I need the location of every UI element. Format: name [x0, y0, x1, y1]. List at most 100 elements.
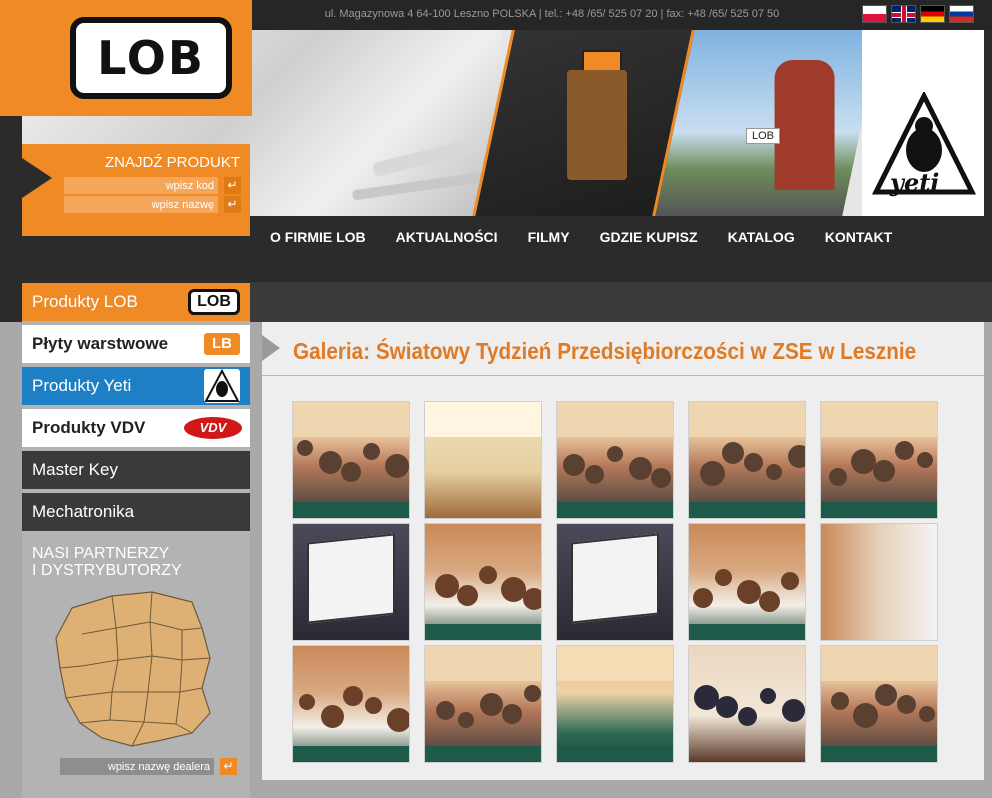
gallery-thumbnail[interactable] — [688, 401, 806, 519]
uk-flag-icon[interactable] — [891, 5, 916, 23]
gallery-thumbnail[interactable] — [556, 523, 674, 641]
person-head — [524, 685, 541, 702]
enter-icon[interactable]: ↵ — [224, 177, 241, 194]
person-head — [715, 569, 732, 586]
person-head — [766, 464, 782, 480]
dealer-search-input[interactable] — [60, 758, 214, 775]
seat-row — [689, 623, 805, 640]
gallery-thumbnail[interactable] — [292, 645, 410, 763]
person-head — [760, 688, 776, 704]
sidebar-item-label: Master Key — [32, 460, 118, 479]
product-code-input[interactable] — [64, 177, 218, 194]
person-head — [502, 704, 522, 724]
photo-detail — [821, 402, 937, 437]
ru-flag-icon[interactable] — [949, 5, 974, 23]
photo-detail — [557, 646, 673, 681]
gallery-thumbnail[interactable] — [424, 523, 542, 641]
factory-building — [774, 60, 835, 190]
vdv-logo-icon: VDV — [184, 417, 242, 439]
main-nav: O FIRMIE LOB AKTUALNOŚCI FILMY GDZIE KUP… — [250, 218, 984, 256]
company-address: ul. Magazynowa 4 64-100 Leszno POLSKA | … — [324, 8, 780, 20]
person-head — [693, 588, 713, 608]
gallery-thumbnail[interactable] — [688, 523, 806, 641]
person-head — [385, 454, 409, 478]
nav-item-contact[interactable]: KONTAKT — [825, 229, 892, 245]
gallery-thumbnail[interactable] — [556, 645, 674, 763]
photo-detail — [293, 402, 409, 437]
seat-row — [425, 623, 541, 640]
nav-item-news[interactable]: AKTUALNOŚCI — [396, 229, 498, 245]
person-head — [897, 695, 916, 714]
gallery-thumbnail[interactable] — [820, 401, 938, 519]
gallery-thumbnail[interactable] — [688, 645, 806, 763]
sidebar-item-yeti[interactable]: Produkty Yeti — [22, 367, 250, 405]
sidebar-item-mechatronika[interactable]: Mechatronika — [22, 493, 250, 531]
photo-detail — [821, 646, 937, 681]
gallery-thumbnail[interactable] — [424, 401, 542, 519]
sidebar-item-produkty-lob[interactable]: Produkty LOB LOB — [22, 283, 250, 321]
enter-icon[interactable]: ↵ — [224, 196, 241, 213]
poland-map[interactable] — [52, 588, 217, 748]
sidebar-item-plyty[interactable]: Płyty warstwowe LB — [22, 325, 250, 363]
person-head — [917, 452, 933, 468]
gallery-thumbnail[interactable] — [556, 401, 674, 519]
person-head — [319, 451, 342, 474]
nav-item-where-to-buy[interactable]: GDZIE KUPISZ — [600, 229, 698, 245]
projection-screen — [306, 533, 396, 624]
logo-box: LOB — [0, 0, 252, 116]
pl-flag-icon[interactable] — [862, 5, 887, 23]
person-head — [895, 441, 914, 460]
gallery-thumbnail[interactable] — [292, 523, 410, 641]
person-head — [457, 585, 478, 606]
person-head — [435, 574, 459, 598]
person-head — [387, 708, 409, 732]
gallery-thumbnail[interactable] — [820, 523, 938, 641]
partners-heading-line: I DYSTRYBUTORZY — [32, 562, 182, 579]
lb-logo-icon: LB — [204, 333, 240, 355]
yeti-logo-text: yeti — [890, 168, 940, 197]
partners-heading-line: NASI PARTNERZY — [32, 545, 170, 562]
person-head — [875, 684, 897, 706]
gallery-thumbnail[interactable] — [820, 645, 938, 763]
product-name-input[interactable] — [64, 196, 218, 213]
yeti-logo-icon — [204, 368, 240, 403]
person-head — [738, 707, 757, 726]
de-flag-icon[interactable] — [920, 5, 945, 23]
person-head — [341, 462, 361, 482]
nav-item-about[interactable]: O FIRMIE LOB — [270, 229, 366, 245]
enter-icon[interactable]: ↵ — [220, 758, 237, 775]
factory-photo — [652, 30, 882, 216]
arrow-right-icon — [22, 158, 52, 198]
padlock-photo — [567, 70, 627, 180]
arrow-right-icon — [262, 335, 280, 361]
person-head — [722, 442, 744, 464]
person-head — [297, 440, 313, 456]
person-head — [458, 712, 474, 728]
lob-logo[interactable]: LOB — [70, 17, 232, 99]
sidebar-item-vdv[interactable]: Produkty VDV VDV — [22, 409, 250, 447]
seat-row — [557, 501, 673, 518]
person-head — [873, 460, 895, 482]
nav-item-catalog[interactable]: KATALOG — [728, 229, 795, 245]
person-head — [365, 697, 382, 714]
yeti-logo-panel: yeti — [862, 30, 984, 216]
person-head — [343, 686, 363, 706]
person-head — [321, 705, 344, 728]
person-head — [607, 446, 623, 462]
person-head — [737, 580, 761, 604]
gallery-thumbnail[interactable] — [424, 645, 542, 763]
partners-heading: NASI PARTNERZY I DYSTRYBUTORZY — [32, 545, 232, 579]
seat-row — [425, 745, 541, 762]
person-head — [744, 453, 763, 472]
person-head — [585, 465, 604, 484]
sidebar-item-label: Produkty LOB — [32, 292, 138, 311]
nav-item-films[interactable]: FILMY — [528, 229, 570, 245]
person-head — [781, 572, 799, 590]
person-head — [563, 454, 585, 476]
sidebar-item-label: Produkty VDV — [32, 418, 146, 437]
person-head — [363, 443, 380, 460]
gallery-thumbnail[interactable] — [292, 401, 410, 519]
sidebar-item-master-key[interactable]: Master Key — [22, 451, 250, 489]
person-head — [788, 445, 805, 468]
page-title: Galeria: Światowy Tydzień Przedsiębiorcz… — [293, 338, 917, 364]
